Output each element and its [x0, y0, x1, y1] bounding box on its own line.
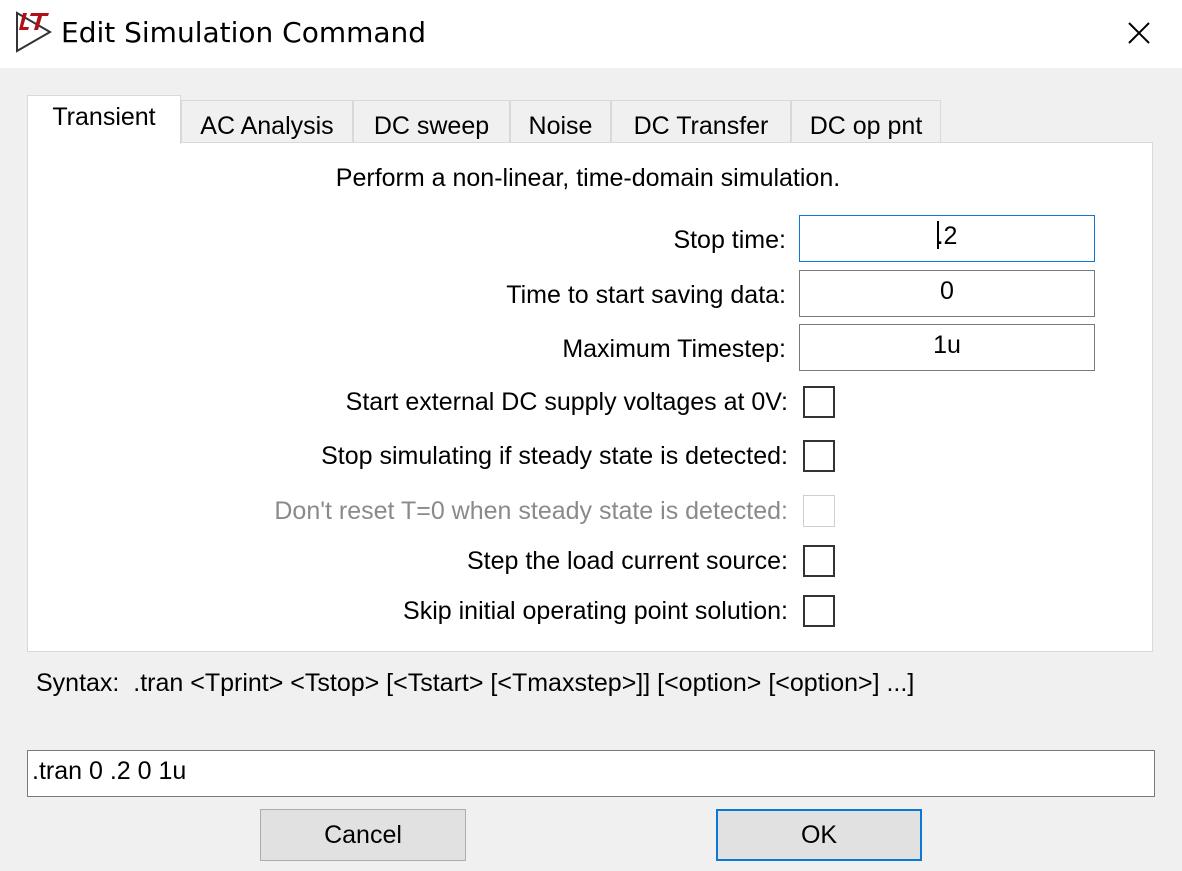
- syntax-hint: Syntax: .tran <Tprint> <Tstop> [<Tstart>…: [36, 669, 915, 697]
- step-load-current-label: Step the load current source:: [466, 547, 788, 575]
- panel-description: Perform a non-linear, time-domain simula…: [335, 164, 841, 192]
- tab-transient[interactable]: Transient: [27, 95, 181, 144]
- close-icon: [1128, 22, 1150, 44]
- transient-panel: Perform a non-linear, time-domain simula…: [27, 142, 1153, 652]
- tab-dc-op-pnt[interactable]: DC op pnt: [791, 100, 941, 143]
- ok-button[interactable]: OK: [716, 809, 922, 861]
- tab-dc-transfer[interactable]: DC Transfer: [611, 100, 791, 143]
- stop-steady-state-label: Stop simulating if steady state is detec…: [321, 442, 788, 470]
- window-title: Edit Simulation Command: [61, 16, 427, 49]
- tab-dc-sweep[interactable]: DC sweep: [353, 100, 510, 143]
- stop-steady-state-checkbox[interactable]: [803, 440, 835, 472]
- command-value: .tran 0 .2 0 1u: [32, 757, 187, 785]
- step-load-current-checkbox[interactable]: [803, 545, 835, 577]
- dont-reset-t0-checkbox: [803, 495, 835, 527]
- start-dc-zero-label: Start external DC supply voltages at 0V:: [345, 388, 788, 416]
- title-bar: Edit Simulation Command: [0, 0, 1182, 68]
- max-timestep-label: Maximum Timestep:: [562, 335, 786, 363]
- start-saving-input[interactable]: 0: [799, 270, 1095, 317]
- skip-op-point-label: Skip initial operating point solution:: [403, 597, 788, 625]
- close-button[interactable]: [1110, 10, 1168, 56]
- command-input[interactable]: .tran 0 .2 0 1u: [27, 750, 1155, 797]
- skip-op-point-checkbox[interactable]: [803, 595, 835, 627]
- stop-time-label: Stop time:: [673, 226, 786, 254]
- dont-reset-t0-label: Don't reset T=0 when steady state is det…: [274, 497, 788, 525]
- tab-noise[interactable]: Noise: [510, 100, 611, 143]
- start-saving-label: Time to start saving data:: [506, 281, 786, 309]
- start-dc-zero-checkbox[interactable]: [803, 386, 835, 418]
- max-timestep-input[interactable]: 1u: [799, 324, 1095, 371]
- ltspice-logo-icon: [16, 11, 53, 53]
- tab-ac-analysis[interactable]: AC Analysis: [181, 100, 353, 143]
- max-timestep-value: 1u: [933, 331, 961, 359]
- start-saving-value: 0: [940, 277, 954, 305]
- text-caret: [936, 221, 939, 250]
- cancel-button[interactable]: Cancel: [260, 809, 466, 861]
- stop-time-value: .2: [936, 222, 958, 250]
- stop-time-input[interactable]: .2: [799, 215, 1095, 262]
